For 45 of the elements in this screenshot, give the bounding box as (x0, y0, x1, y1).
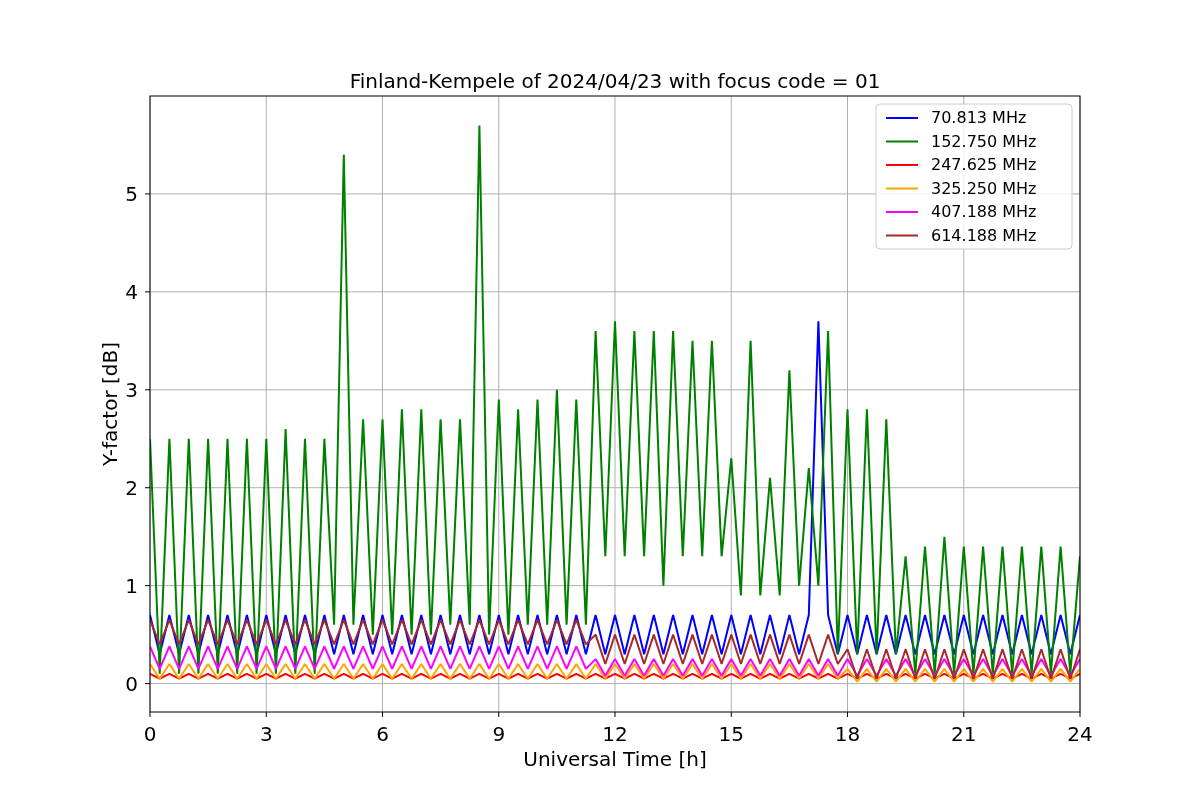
x-tick-label: 21 (951, 722, 977, 746)
legend-label: 152.750 MHz (931, 131, 1037, 151)
legend-line (885, 117, 919, 119)
legend-line (885, 187, 919, 190)
tick-mark (144, 193, 151, 195)
legend-label: 614.188 MHz (931, 225, 1037, 245)
tick-mark (144, 683, 151, 685)
y-tick-label: 2 (125, 475, 138, 500)
tick-mark (144, 487, 151, 489)
x-tick-label: 12 (602, 722, 628, 746)
tick-mark (614, 711, 616, 718)
legend-label: 325.250 MHz (931, 178, 1037, 198)
tick-mark (382, 711, 383, 718)
y-tick-label: 4 (125, 279, 138, 304)
tick-mark (265, 711, 267, 718)
x-tick-label: 24 (1067, 722, 1093, 746)
x-axis-label: Universal Time [h] (523, 747, 707, 771)
x-tick-label: 15 (718, 722, 744, 746)
legend-label: 70.813 MHz (931, 108, 1027, 127)
tick-mark (144, 389, 151, 391)
tick-mark (144, 291, 151, 293)
x-tick-label: 3 (259, 722, 273, 746)
legend-line (885, 211, 919, 213)
x-tick-label: 0 (143, 722, 157, 746)
x-tick-label: 6 (376, 722, 389, 746)
legend-label: 247.625 MHz (931, 155, 1037, 174)
tick-mark (498, 711, 500, 718)
legend-line (885, 164, 919, 166)
y-tick-label: 1 (125, 573, 138, 598)
tick-mark (963, 711, 965, 718)
tick-mark (1079, 711, 1081, 718)
legend-line (885, 140, 919, 143)
tick-mark (730, 711, 732, 718)
x-tick-label: 18 (834, 722, 861, 746)
y-tick-label: 3 (125, 377, 138, 402)
legend-label: 407.188 MHz (931, 202, 1037, 221)
y-tick-label: 0 (125, 671, 138, 696)
x-tick-label: 9 (492, 722, 506, 746)
chart-title: Finland-Kempele of 2024/04/23 with focus code = 01 (349, 69, 881, 93)
tick-mark (847, 711, 848, 718)
tick-mark (149, 711, 151, 718)
legend-line (885, 234, 919, 237)
y-tick-label: 5 (125, 181, 138, 206)
tick-mark (144, 585, 151, 587)
y-axis-label: Y-factor [dB] (98, 342, 122, 466)
